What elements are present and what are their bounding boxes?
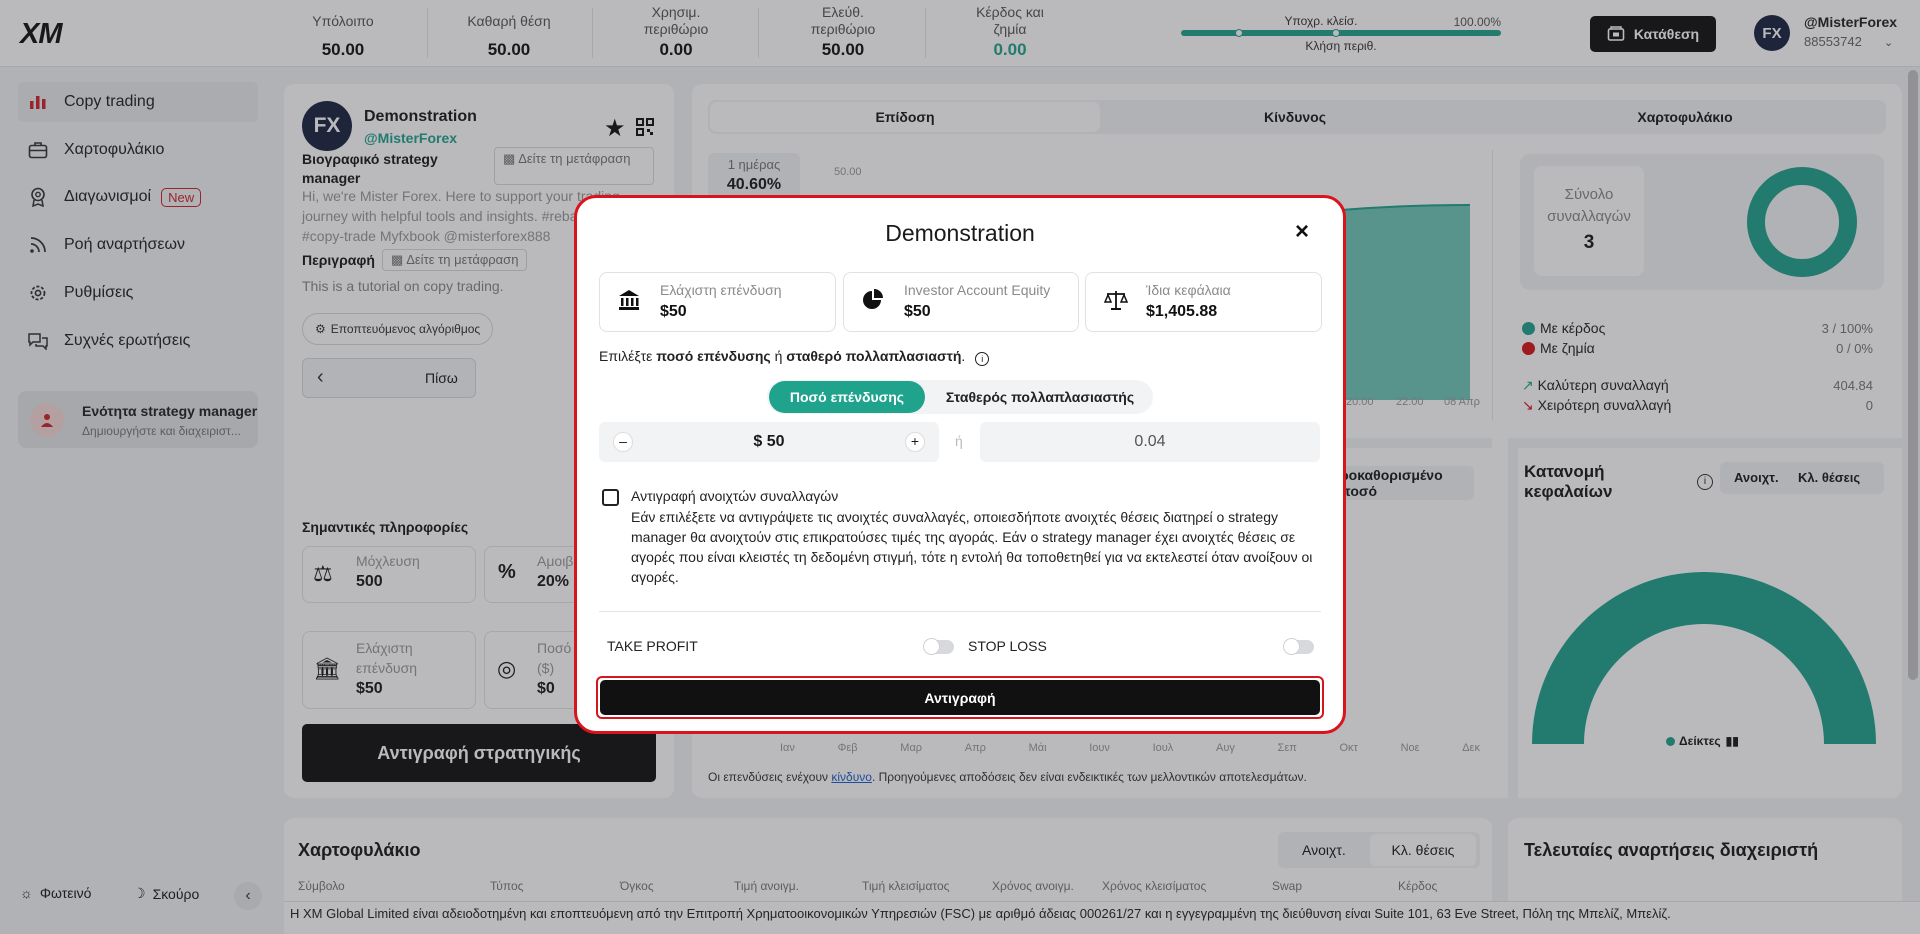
field-value: $50 (904, 303, 931, 320)
field-value: $50 (660, 303, 687, 320)
copy-open-trades-title: Αντιγραφή ανοιχτών συναλλαγών (631, 488, 839, 504)
info-icon[interactable]: i (975, 352, 990, 366)
modal-field-min-investment: Ελάχιστη επένδυση $50 (599, 272, 836, 332)
stop-loss-toggle[interactable] (1283, 638, 1314, 655)
stop-loss-label: STOP LOSS (968, 638, 1047, 654)
amount-value[interactable]: $ 50 (599, 433, 939, 451)
modal-field-equity: Ίδια κεφάλαια $1,405.88 (1085, 272, 1322, 332)
copy-open-trades-checkbox[interactable] (602, 489, 619, 506)
choose-mode-text: Επιλέξτε ποσό επένδυσης ή σταθερό πολλαπ… (599, 348, 990, 366)
copy-open-trades-text: Εάν επιλέξετε να αντιγράψετε τις ανοιχτέ… (631, 509, 1313, 585)
amount-stepper[interactable]: – $ 50 + (599, 422, 939, 462)
plus-button[interactable]: + (905, 432, 925, 452)
or-label: ή (955, 433, 963, 449)
mode-amount-button[interactable]: Ποσό επένδυσης (769, 381, 925, 413)
field-label: Ίδια κεφάλαια (1146, 282, 1231, 298)
scale-icon (1104, 291, 1128, 310)
field-value: $1,405.88 (1146, 303, 1218, 320)
field-label: Ελάχιστη επένδυση (660, 282, 782, 298)
modal-title: Demonstration (885, 220, 1035, 246)
multiplier-input[interactable]: 0.04 (980, 422, 1320, 462)
close-icon[interactable]: × (1295, 218, 1309, 246)
take-profit-label: TAKE PROFIT (607, 638, 698, 654)
modal-field-investor-equity: Investor Account Equity $50 (843, 272, 1079, 332)
mode-multiplier-button[interactable]: Σταθερός πολλαπλασιαστής (930, 381, 1150, 413)
copy-button[interactable]: Αντιγραφή (600, 680, 1320, 715)
field-label: Investor Account Equity (904, 282, 1051, 298)
take-profit-toggle[interactable] (923, 638, 954, 655)
pie-chart-icon (863, 289, 883, 309)
divider (599, 611, 1321, 612)
bank-icon (619, 290, 639, 310)
